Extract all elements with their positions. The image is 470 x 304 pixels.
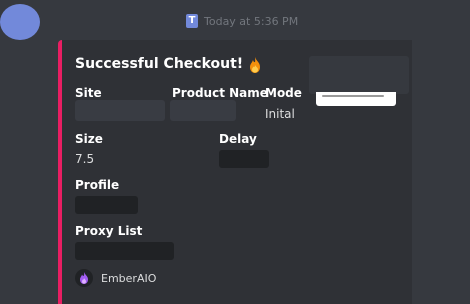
field-product-name-name: Product Name [172, 86, 268, 100]
embed-title-text: Successful Checkout! [75, 56, 244, 72]
fire-icon [247, 56, 261, 73]
field-proxy-list-value-redacted [75, 242, 174, 260]
embed-footer: EmberAIO [75, 269, 156, 287]
field-profile-value-redacted [75, 196, 138, 214]
field-size-value: 7.5 [75, 152, 95, 166]
field-delay-name: Delay [219, 132, 257, 146]
field-delay-value-redacted [219, 150, 269, 168]
bot-badge: T [186, 14, 198, 28]
field-product-name-value-redacted [170, 100, 236, 121]
footer-text: EmberAIO [101, 271, 157, 285]
field-mode-value: Inital [265, 107, 295, 121]
avatar[interactable] [0, 4, 40, 40]
thumbnail-redacted [309, 56, 409, 94]
field-size-name: Size [75, 132, 103, 146]
message-timestamp: Today at 5:36 PM [204, 14, 299, 28]
product-thumbnail[interactable] [316, 92, 396, 106]
message-header: T Today at 5:36 PM [186, 14, 298, 28]
field-profile-name: Profile [75, 178, 120, 192]
field-mode-name: Mode [265, 86, 302, 100]
ember-flame-icon [75, 269, 93, 287]
field-site-value-redacted [75, 100, 165, 121]
field-site-name: Site [75, 86, 102, 100]
field-proxy-list-name: Proxy List [75, 224, 143, 238]
embed-title: Successful Checkout! [75, 56, 261, 73]
